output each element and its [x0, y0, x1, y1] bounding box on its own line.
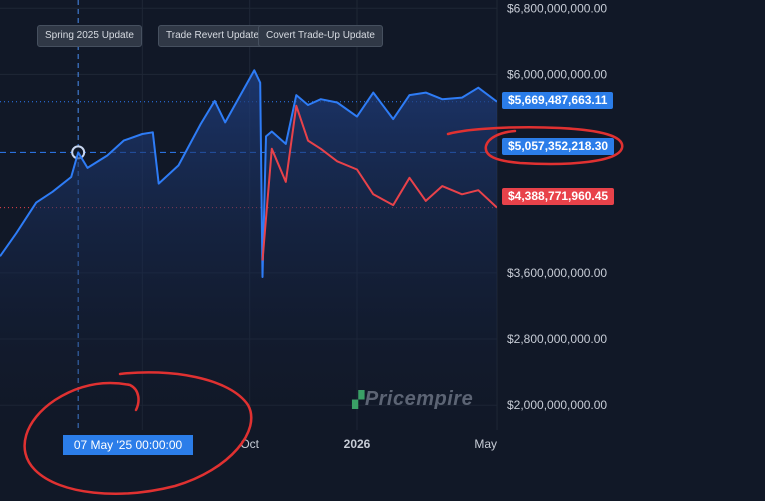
y-tick-label: $2,800,000,000.00 — [507, 332, 607, 346]
price-tag-top: $5,669,487,663.11 — [502, 92, 614, 109]
plot-area — [0, 69, 497, 430]
watermark-text: Pricempire — [364, 388, 474, 410]
y-tick-label: $6,800,000,000.00 — [507, 1, 607, 15]
y-tick-label: $2,000,000,000.00 — [507, 398, 607, 412]
event-covert-trade-up-update[interactable]: Covert Trade-Up Update — [258, 25, 383, 47]
price-tag-crosshair: $5,057,352,218.30 — [502, 138, 615, 155]
y-tick-label: $3,600,000,000.00 — [507, 266, 607, 280]
crosshair-time-label: 07 May '25 00:00:00 — [63, 435, 193, 455]
blue-series-area — [0, 70, 497, 430]
pricempire-watermark: ▞Pricempire — [352, 388, 473, 411]
pricempire-logo-icon: ▞ — [352, 392, 365, 409]
y-tick-label: $6,000,000,000.00 — [507, 67, 607, 81]
x-tick-label: May — [474, 437, 497, 451]
y-axis: $6,800,000,000.00 $6,000,000,000.00 $3,600… — [507, 1, 607, 412]
price-tag-red: $4,388,771,960.45 — [502, 188, 615, 205]
event-spring-2025-update[interactable]: Spring 2025 Update — [37, 25, 142, 47]
x-tick-label: 2026 — [344, 437, 371, 451]
event-trade-revert-update[interactable]: Trade Revert Update — [158, 25, 268, 47]
price-chart[interactable]: $6,800,000,000.00 $6,000,000,000.00 $3,600… — [0, 0, 765, 501]
